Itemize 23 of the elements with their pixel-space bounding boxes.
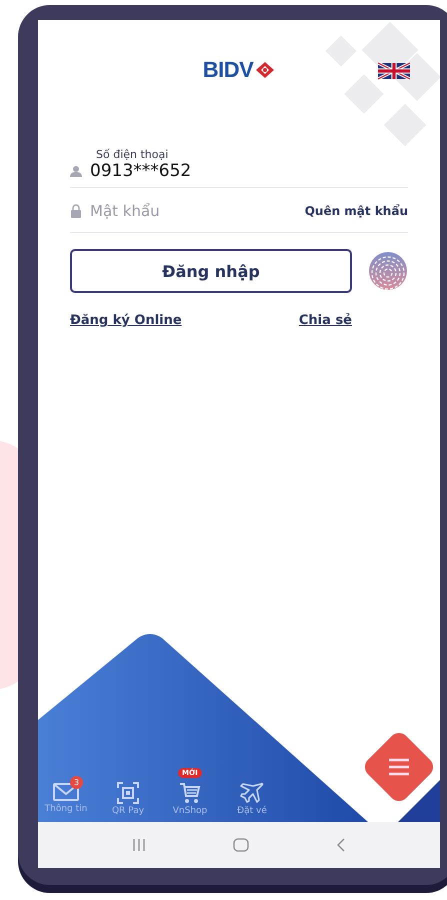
uk-flag-icon[interactable] [378, 62, 410, 80]
lock-icon [70, 204, 82, 218]
home-icon[interactable] [232, 838, 249, 852]
field-label: Số điện thoại [96, 148, 170, 161]
menu-icon [387, 757, 411, 777]
diamond-logo-icon [255, 61, 276, 79]
scan-icon [117, 782, 139, 804]
forgot-password-link[interactable]: Quên mật khẩu [304, 204, 408, 218]
cart-icon [179, 782, 201, 804]
fingerprint-icon[interactable] [368, 251, 408, 291]
shortcut-button[interactable]: Đặt vé [226, 768, 278, 816]
bank-logo-text: BIDV [202, 57, 254, 83]
airplane-icon [240, 782, 264, 804]
person-icon [70, 165, 82, 177]
back-icon[interactable] [336, 838, 346, 852]
phone-number-value: 0913***652 [90, 161, 192, 181]
share-link[interactable]: Chia sẻ [298, 313, 352, 328]
register-link[interactable]: Đăng ký Online [70, 313, 182, 328]
login-button[interactable]: Đăng nhập [70, 249, 352, 293]
phone-number-field[interactable]: Số điện thoại 0913***652 [70, 148, 408, 188]
shortcut-button[interactable]: 3 Thông tin [40, 768, 92, 816]
password-field[interactable]: Mật khẩu [90, 202, 240, 220]
recent-apps-icon[interactable] [132, 838, 146, 852]
